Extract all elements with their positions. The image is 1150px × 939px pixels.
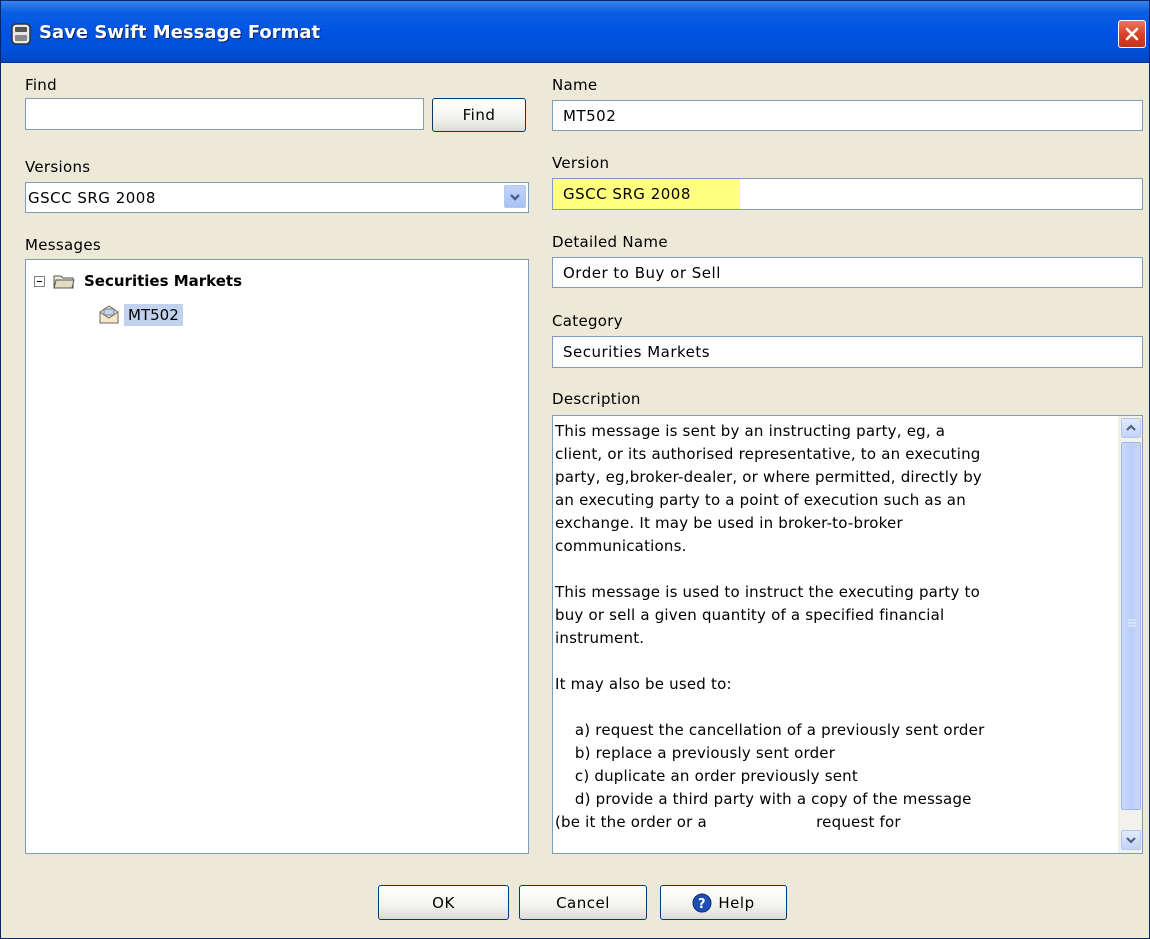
detailed-name-label: Detailed Name xyxy=(552,233,668,251)
versions-dropdown-button[interactable] xyxy=(504,185,526,208)
chevron-down-icon xyxy=(510,193,520,201)
versions-selected: GSCC SRG 2008 xyxy=(28,188,156,207)
grip-icon xyxy=(1128,619,1136,627)
name-label: Name xyxy=(552,76,598,94)
envelope-icon xyxy=(99,305,119,324)
description-textarea[interactable]: This message is sent by an instructing p… xyxy=(552,415,1143,854)
scroll-up-button[interactable] xyxy=(1121,418,1141,438)
find-button-label: Find xyxy=(462,106,496,124)
chevron-down-icon xyxy=(1126,837,1136,844)
close-icon xyxy=(1125,27,1139,41)
scroll-thumb[interactable] xyxy=(1121,442,1141,810)
category-label: Category xyxy=(552,312,623,330)
tree-item-label: MT502 xyxy=(124,304,183,326)
category-field[interactable]: Securities Markets xyxy=(552,336,1143,368)
versions-label: Versions xyxy=(25,158,91,176)
ok-button[interactable]: OK xyxy=(378,885,509,920)
help-button[interactable]: ? Help xyxy=(660,885,787,920)
messages-label: Messages xyxy=(25,236,101,254)
tree-node-mt502[interactable]: MT502 xyxy=(98,304,183,326)
find-button[interactable]: Find xyxy=(432,98,526,132)
description-text: This message is sent by an instructing p… xyxy=(555,422,985,831)
find-label: Find xyxy=(25,76,57,94)
help-icon: ? xyxy=(692,893,712,912)
tree-folder-label: Securities Markets xyxy=(84,272,243,290)
version-label: Version xyxy=(552,154,610,172)
close-button[interactable] xyxy=(1118,20,1146,48)
window-title: Save Swift Message Format xyxy=(39,22,321,43)
messages-tree[interactable]: Securities Markets MT502 xyxy=(25,259,529,854)
cancel-button[interactable]: Cancel xyxy=(519,885,647,920)
version-field[interactable]: GSCC SRG 2008 xyxy=(552,178,1143,210)
name-field[interactable]: MT502 xyxy=(552,100,1143,131)
version-value: GSCC SRG 2008 xyxy=(553,179,740,209)
tree-node-securities-markets[interactable]: Securities Markets xyxy=(34,272,242,290)
title-bar[interactable]: Save Swift Message Format xyxy=(1,1,1149,63)
ok-button-label: OK xyxy=(432,893,455,912)
versions-dropdown[interactable]: GSCC SRG 2008 xyxy=(25,182,529,213)
collapse-icon[interactable] xyxy=(34,275,45,287)
cancel-button-label: Cancel xyxy=(556,893,610,912)
chevron-up-icon xyxy=(1126,424,1136,431)
save-swift-message-format-dialog: Save Swift Message Format Find Find Vers… xyxy=(0,0,1150,939)
detailed-name-field[interactable]: Order to Buy or Sell xyxy=(552,257,1143,288)
description-scrollbar[interactable] xyxy=(1118,416,1142,853)
find-input[interactable] xyxy=(25,98,424,130)
scroll-down-button[interactable] xyxy=(1121,830,1141,850)
app-icon xyxy=(11,23,31,45)
svg-text:?: ? xyxy=(698,897,706,912)
description-label: Description xyxy=(552,390,641,408)
help-button-label: Help xyxy=(718,893,755,912)
folder-icon xyxy=(53,275,75,289)
